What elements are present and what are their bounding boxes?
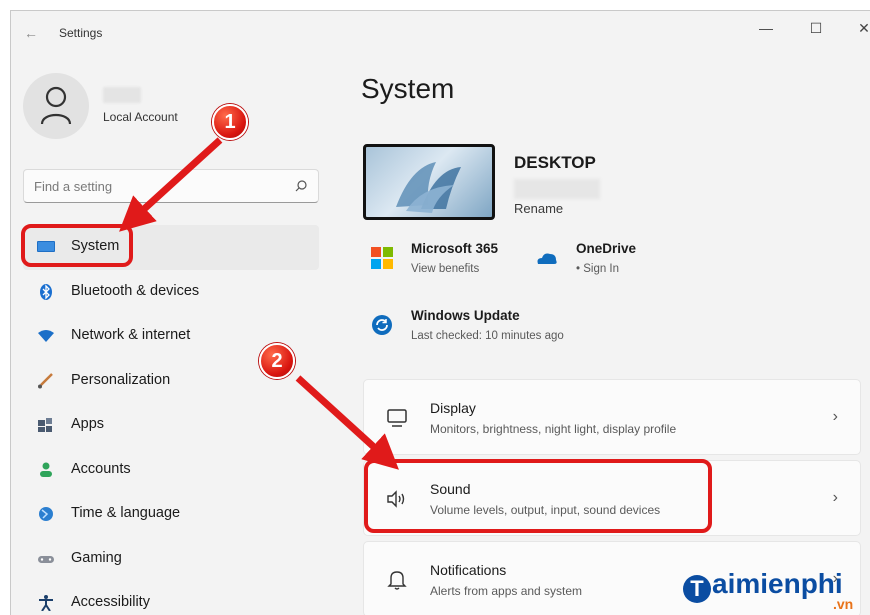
sidebar-item-label: Time & language [71,505,181,521]
windows-update-title: Windows Update [411,308,520,323]
back-button[interactable]: ← [21,23,41,43]
watermark-initial: T [683,575,711,603]
device-name: DESKTOP [514,153,596,172]
device-wallpaper-thumbnail [363,144,495,220]
onedrive-title: OneDrive [576,241,637,256]
sidebar-item-label: Personalization [71,371,171,388]
apps-icon [38,418,52,432]
speaker-icon [387,490,405,508]
sidebar-item-label: Apps [71,416,105,432]
user-icon [40,86,72,125]
sound-card[interactable]: Sound Volume levels, output, input, soun… [363,460,861,536]
windows-update-subtitle: Last checked: 10 minutes ago [411,330,564,342]
onedrive-icon [537,253,557,264]
display-icon [387,409,407,427]
microsoft-365-subtitle: View benefits [411,263,480,275]
onedrive-link[interactable]: OneDrive • Sign In [536,241,676,285]
watermark-logo: Taimienphi .vn [683,568,853,612]
search-input[interactable] [34,177,274,195]
wallpaper-bloom-icon [396,162,461,213]
page-title: System [361,73,455,104]
watermark-text: aimienphi [712,568,843,599]
display-card-description: Monitors, brightness, night light, displ… [430,422,677,436]
onedrive-subtitle: • Sign In [576,263,620,275]
avatar[interactable] [23,73,89,139]
chevron-right-icon: › [832,489,838,506]
accessibility-icon [39,595,53,611]
device-detail-redacted [514,179,600,199]
microsoft-365-title: Microsoft 365 [411,241,499,256]
app-title: Settings [59,26,103,40]
sidebar-item-label: Accounts [71,460,131,477]
sidebar-item-gaming[interactable]: Gaming [23,537,319,582]
user-name-redacted [103,87,141,103]
back-arrow-icon: ← [24,25,38,41]
accounts-icon [40,462,52,477]
microsoft-365-link[interactable]: Microsoft 365 View benefits [371,241,531,285]
windows-update-icon [372,315,392,335]
brush-icon [38,372,53,388]
sidebar-item-time-language[interactable]: Time & language [23,492,319,537]
search-box[interactable] [23,169,319,203]
microsoft-365-icon [371,247,393,269]
account-type: Local Account [103,110,178,124]
search-icon [295,180,307,192]
settings-window: ← Settings — ☐ ✕ Local Account System Bl… [10,10,870,615]
gaming-icon [38,555,54,563]
display-card-title: Display [430,400,476,416]
sound-card-description: Volume levels, output, input, sound devi… [430,503,661,517]
sidebar-item-label: Bluetooth & devices [71,282,200,299]
sidebar-item-accessibility[interactable]: Accessibility [23,581,319,615]
sidebar-item-label: System [71,238,120,254]
sidebar-item-label: Network & internet [71,327,191,343]
sidebar-item-label: Accessibility [71,594,150,610]
notifications-card-description: Alerts from apps and system [430,584,583,598]
windows-update-link[interactable]: Windows Update Last checked: 10 minutes … [371,308,591,352]
title-bar: ← Settings — ☐ ✕ [11,11,870,55]
sidebar-item-label: Gaming [71,549,122,566]
watermark-suffix: .vn [833,596,854,612]
chevron-right-icon: › [832,408,838,425]
step-badge-1: 1 [212,104,248,140]
display-card[interactable]: Display Monitors, brightness, night ligh… [363,379,861,455]
time-language-icon [39,507,53,521]
system-icon [37,241,55,252]
close-button[interactable]: ✕ [849,17,870,39]
maximize-button[interactable]: ☐ [801,17,831,39]
rename-link[interactable]: Rename [514,201,563,216]
sound-card-title: Sound [430,481,471,497]
sidebar-item-bluetooth[interactable]: Bluetooth & devices [23,270,319,315]
minimize-button[interactable]: — [751,17,781,39]
sidebar-item-system[interactable]: System [23,225,319,270]
sidebar-item-apps[interactable]: Apps [23,403,319,448]
bell-icon [387,571,407,590]
notifications-card-title: Notifications [430,562,507,578]
step-badge-2: 2 [259,343,295,379]
sidebar-item-accounts[interactable]: Accounts [23,448,319,493]
bluetooth-icon [40,283,52,300]
sidebar-nav: System Bluetooth & devices Network & int… [23,225,319,615]
wifi-icon [38,330,54,342]
